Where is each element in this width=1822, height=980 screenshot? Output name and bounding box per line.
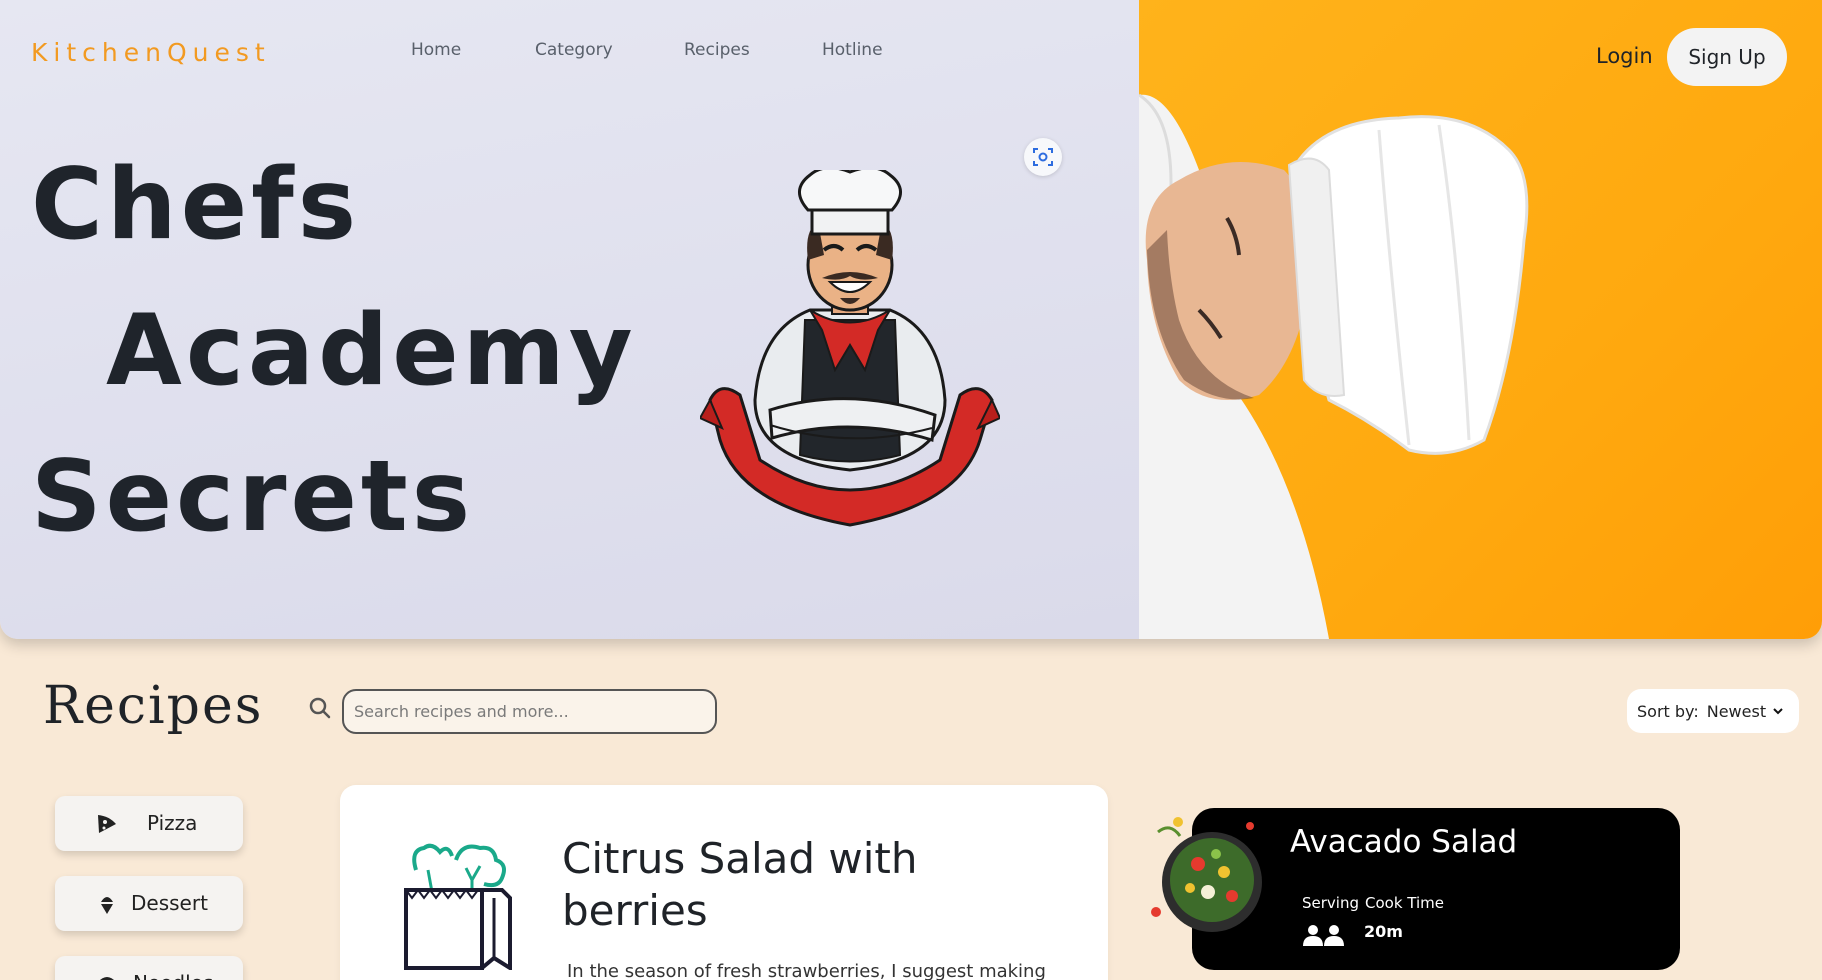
- grocery-bag-icon: [404, 843, 512, 970]
- recipes-heading: Recipes: [43, 676, 264, 736]
- hero-title-line-3: Secrets: [31, 440, 475, 554]
- sort-value: Newest: [1706, 701, 1767, 721]
- category-dessert[interactable]: Dessert: [55, 876, 243, 931]
- pizza-icon: [98, 815, 116, 833]
- hero-right-panel: [1139, 0, 1822, 639]
- chef-photo: [1139, 93, 1529, 639]
- search-icon[interactable]: [308, 696, 332, 724]
- nav-hotline[interactable]: Hotline: [822, 40, 883, 60]
- noodles-icon: [100, 977, 114, 980]
- chef-mascot-illustration: [700, 170, 1000, 527]
- nav-home[interactable]: Home: [411, 40, 461, 60]
- search-input[interactable]: [342, 689, 717, 734]
- category-pizza[interactable]: Pizza: [55, 796, 243, 851]
- scan-icon[interactable]: [1024, 138, 1062, 176]
- signup-button[interactable]: Sign Up: [1667, 28, 1787, 86]
- salad-bowl-image: [1151, 817, 1262, 932]
- sort-label: Sort by:: [1637, 701, 1699, 721]
- nav-category[interactable]: Category: [535, 40, 613, 60]
- category-label: Dessert: [131, 891, 208, 915]
- dessert-icon: [101, 897, 113, 914]
- category-label: Noodles: [133, 971, 213, 980]
- hero-title-line-2: Academy: [106, 294, 637, 408]
- recipe-card-description: In the season of fresh strawberries, I s…: [567, 961, 1046, 980]
- people-icon: [1302, 924, 1346, 950]
- sort-dropdown[interactable]: Sort by: Newest: [1627, 689, 1799, 733]
- cook-time-label: Cook Time: [1365, 894, 1444, 912]
- hero-title-line-1: Chefs: [31, 148, 361, 262]
- serving-label: Serving: [1302, 894, 1359, 912]
- chevron-down-icon: [1772, 702, 1784, 721]
- login-link[interactable]: Login: [1596, 44, 1653, 68]
- brand-logo[interactable]: KitchenQuest: [31, 38, 271, 67]
- featured-title: Avacado Salad: [1290, 824, 1518, 860]
- cook-time-value: 20m: [1364, 922, 1403, 941]
- recipe-card[interactable]: Citrus Salad with berries In the season …: [340, 785, 1108, 980]
- recipe-card-title: Citrus Salad with berries: [562, 834, 918, 935]
- category-noodles[interactable]: Noodles: [55, 956, 243, 980]
- hero-banner: KitchenQuest Home Category Recipes Hotli…: [0, 0, 1822, 639]
- category-label: Pizza: [147, 811, 198, 835]
- nav-recipes[interactable]: Recipes: [684, 40, 750, 60]
- hero-left-panel: KitchenQuest Home Category Recipes Hotli…: [0, 0, 1144, 639]
